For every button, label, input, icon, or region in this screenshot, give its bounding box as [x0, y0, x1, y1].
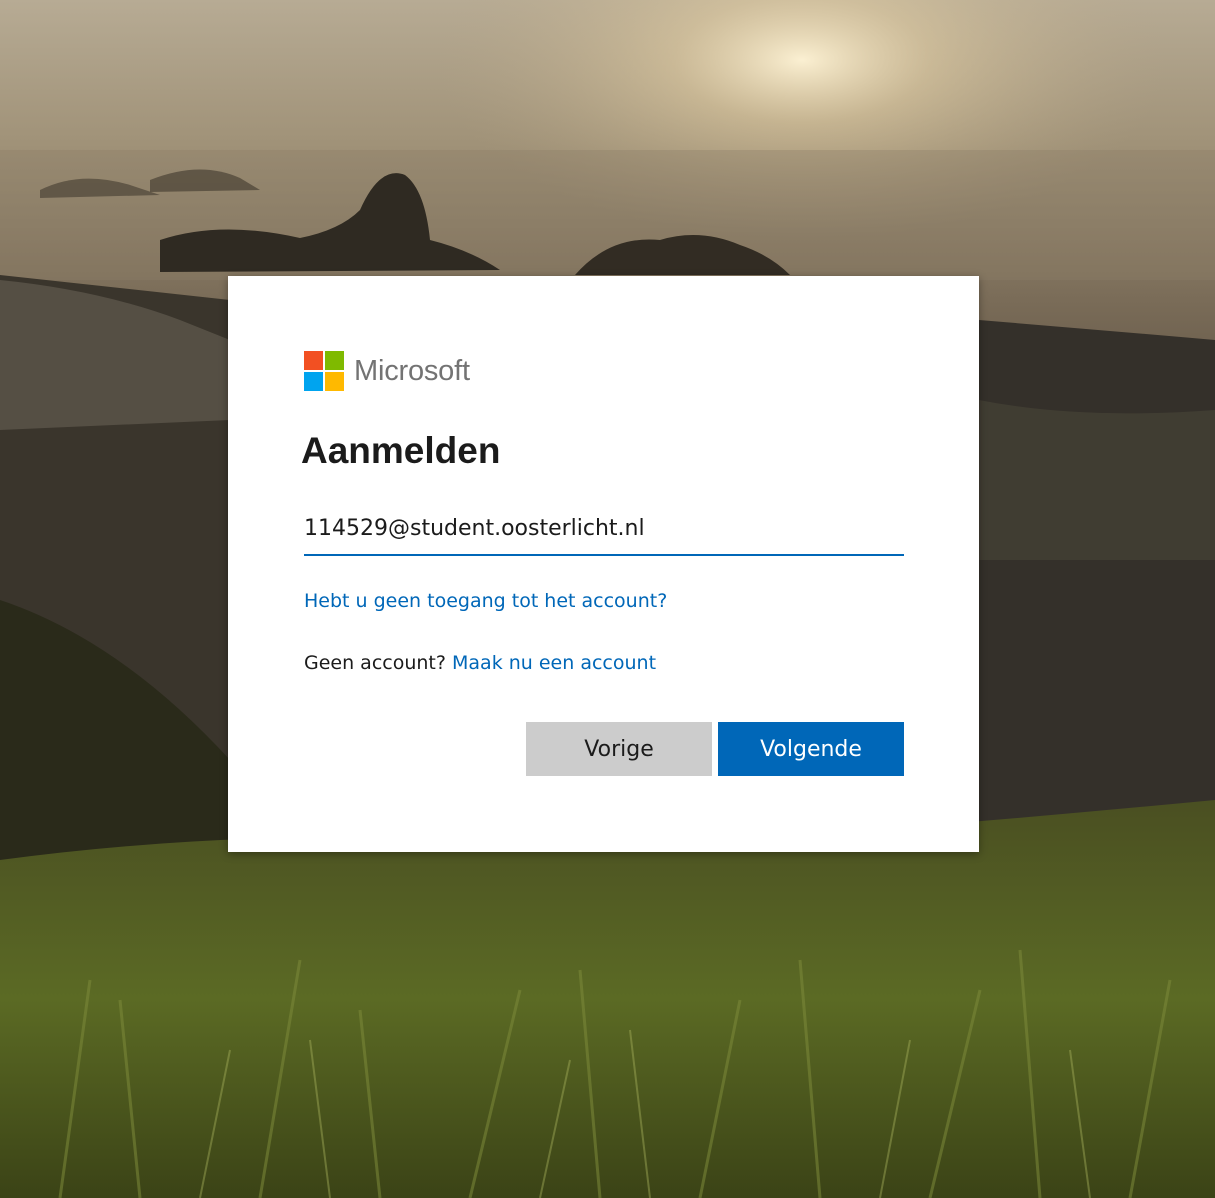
no-account-text: Geen account? — [304, 652, 446, 674]
next-button[interactable]: Volgende — [718, 722, 904, 776]
microsoft-logo-icon — [304, 351, 344, 391]
logo-square-yellow — [325, 372, 344, 391]
email-field[interactable] — [304, 506, 904, 550]
logo-square-green — [325, 351, 344, 370]
back-button[interactable]: Vorige — [526, 722, 712, 776]
sign-in-dialog: Microsoft Aanmelden Hebt u geen toegang … — [228, 276, 979, 852]
logo-square-red — [304, 351, 323, 370]
microsoft-logo: Microsoft — [304, 350, 470, 392]
logo-square-blue — [304, 372, 323, 391]
no-access-link[interactable]: Hebt u geen toegang tot het account? — [304, 590, 667, 612]
no-account-row: Geen account? Maak nu een account — [304, 652, 656, 674]
email-field-container — [304, 506, 904, 556]
brand-name: Microsoft — [354, 354, 470, 387]
create-account-link[interactable]: Maak nu een account — [452, 652, 656, 674]
page-title: Aanmelden — [301, 430, 501, 471]
